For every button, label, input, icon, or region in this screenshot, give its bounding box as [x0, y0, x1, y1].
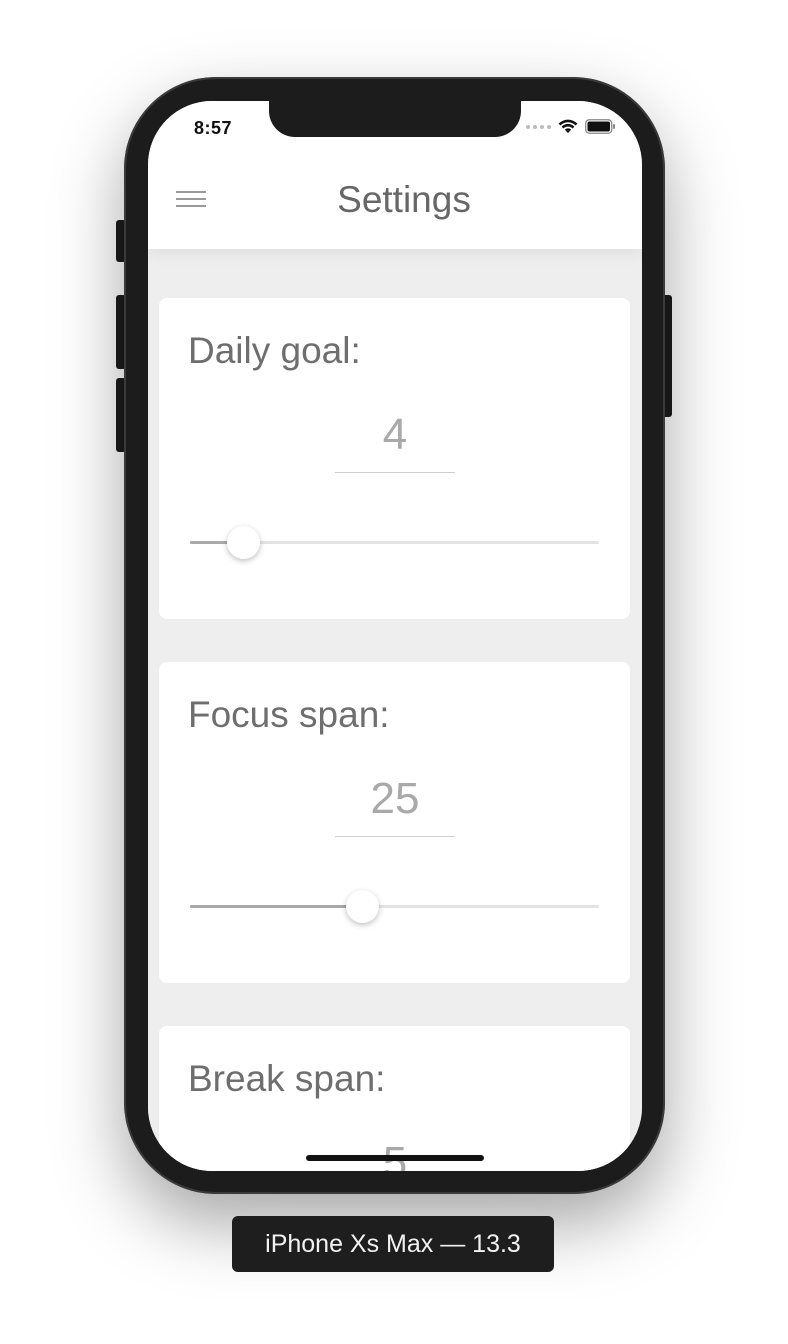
focus-span-slider[interactable] [190, 890, 599, 924]
break-span-label: Break span: [188, 1058, 386, 1099]
daily-goal-card: Daily goal: 4 [159, 298, 630, 619]
daily-goal-slider[interactable] [190, 526, 599, 560]
daily-goal-value-field[interactable]: 4 [335, 408, 455, 473]
slider-thumb[interactable] [227, 526, 260, 559]
battery-icon [585, 119, 615, 134]
break-span-value-field[interactable]: 5 [335, 1136, 455, 1171]
focus-span-value-field[interactable]: 25 [335, 772, 455, 837]
home-indicator[interactable] [306, 1155, 484, 1161]
focus-span-card: Focus span: 25 [159, 662, 630, 983]
status-icons [526, 119, 616, 134]
phone-screen: 8:57 Settings Daily goal: 4 Focus span: … [148, 101, 642, 1171]
daily-goal-label: Daily goal: [188, 330, 361, 371]
break-span-card: Break span: 5 [159, 1026, 630, 1171]
settings-list: Daily goal: 4 Focus span: 25 Break span: [148, 249, 642, 1171]
page-title: Settings [337, 179, 471, 220]
app-header: Settings [148, 149, 642, 249]
simulator-stage: 8:57 Settings Daily goal: 4 Focus span: … [0, 0, 788, 1344]
device-label: iPhone Xs Max — 13.3 [232, 1216, 554, 1272]
slider-fill [190, 905, 362, 908]
notch [269, 101, 521, 137]
status-time: 8:57 [194, 118, 233, 138]
slider-thumb[interactable] [346, 890, 379, 923]
wifi-icon [558, 119, 578, 133]
focus-span-label: Focus span: [188, 694, 390, 735]
signal-dots-icon [526, 124, 551, 129]
